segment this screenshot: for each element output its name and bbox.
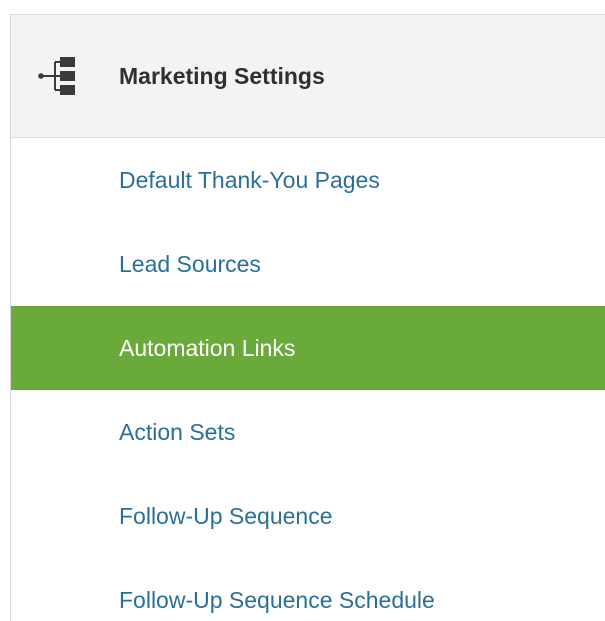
tree-structure-icon bbox=[37, 56, 77, 96]
menu-item-follow-up-sequence-schedule[interactable]: Follow-Up Sequence Schedule bbox=[11, 558, 605, 621]
section-title: Marketing Settings bbox=[119, 63, 325, 89]
settings-menu: Default Thank-You Pages Lead Sources Aut… bbox=[11, 138, 605, 621]
menu-item-default-thank-you-pages[interactable]: Default Thank-You Pages bbox=[11, 138, 605, 222]
menu-item-action-sets[interactable]: Action Sets bbox=[11, 390, 605, 474]
settings-sidebar: Marketing Settings Default Thank-You Pag… bbox=[10, 14, 605, 621]
menu-item-automation-links[interactable]: Automation Links bbox=[11, 306, 605, 390]
menu-item-follow-up-sequence[interactable]: Follow-Up Sequence bbox=[11, 474, 605, 558]
menu-item-lead-sources[interactable]: Lead Sources bbox=[11, 222, 605, 306]
section-header-marketing-settings[interactable]: Marketing Settings bbox=[11, 15, 605, 138]
